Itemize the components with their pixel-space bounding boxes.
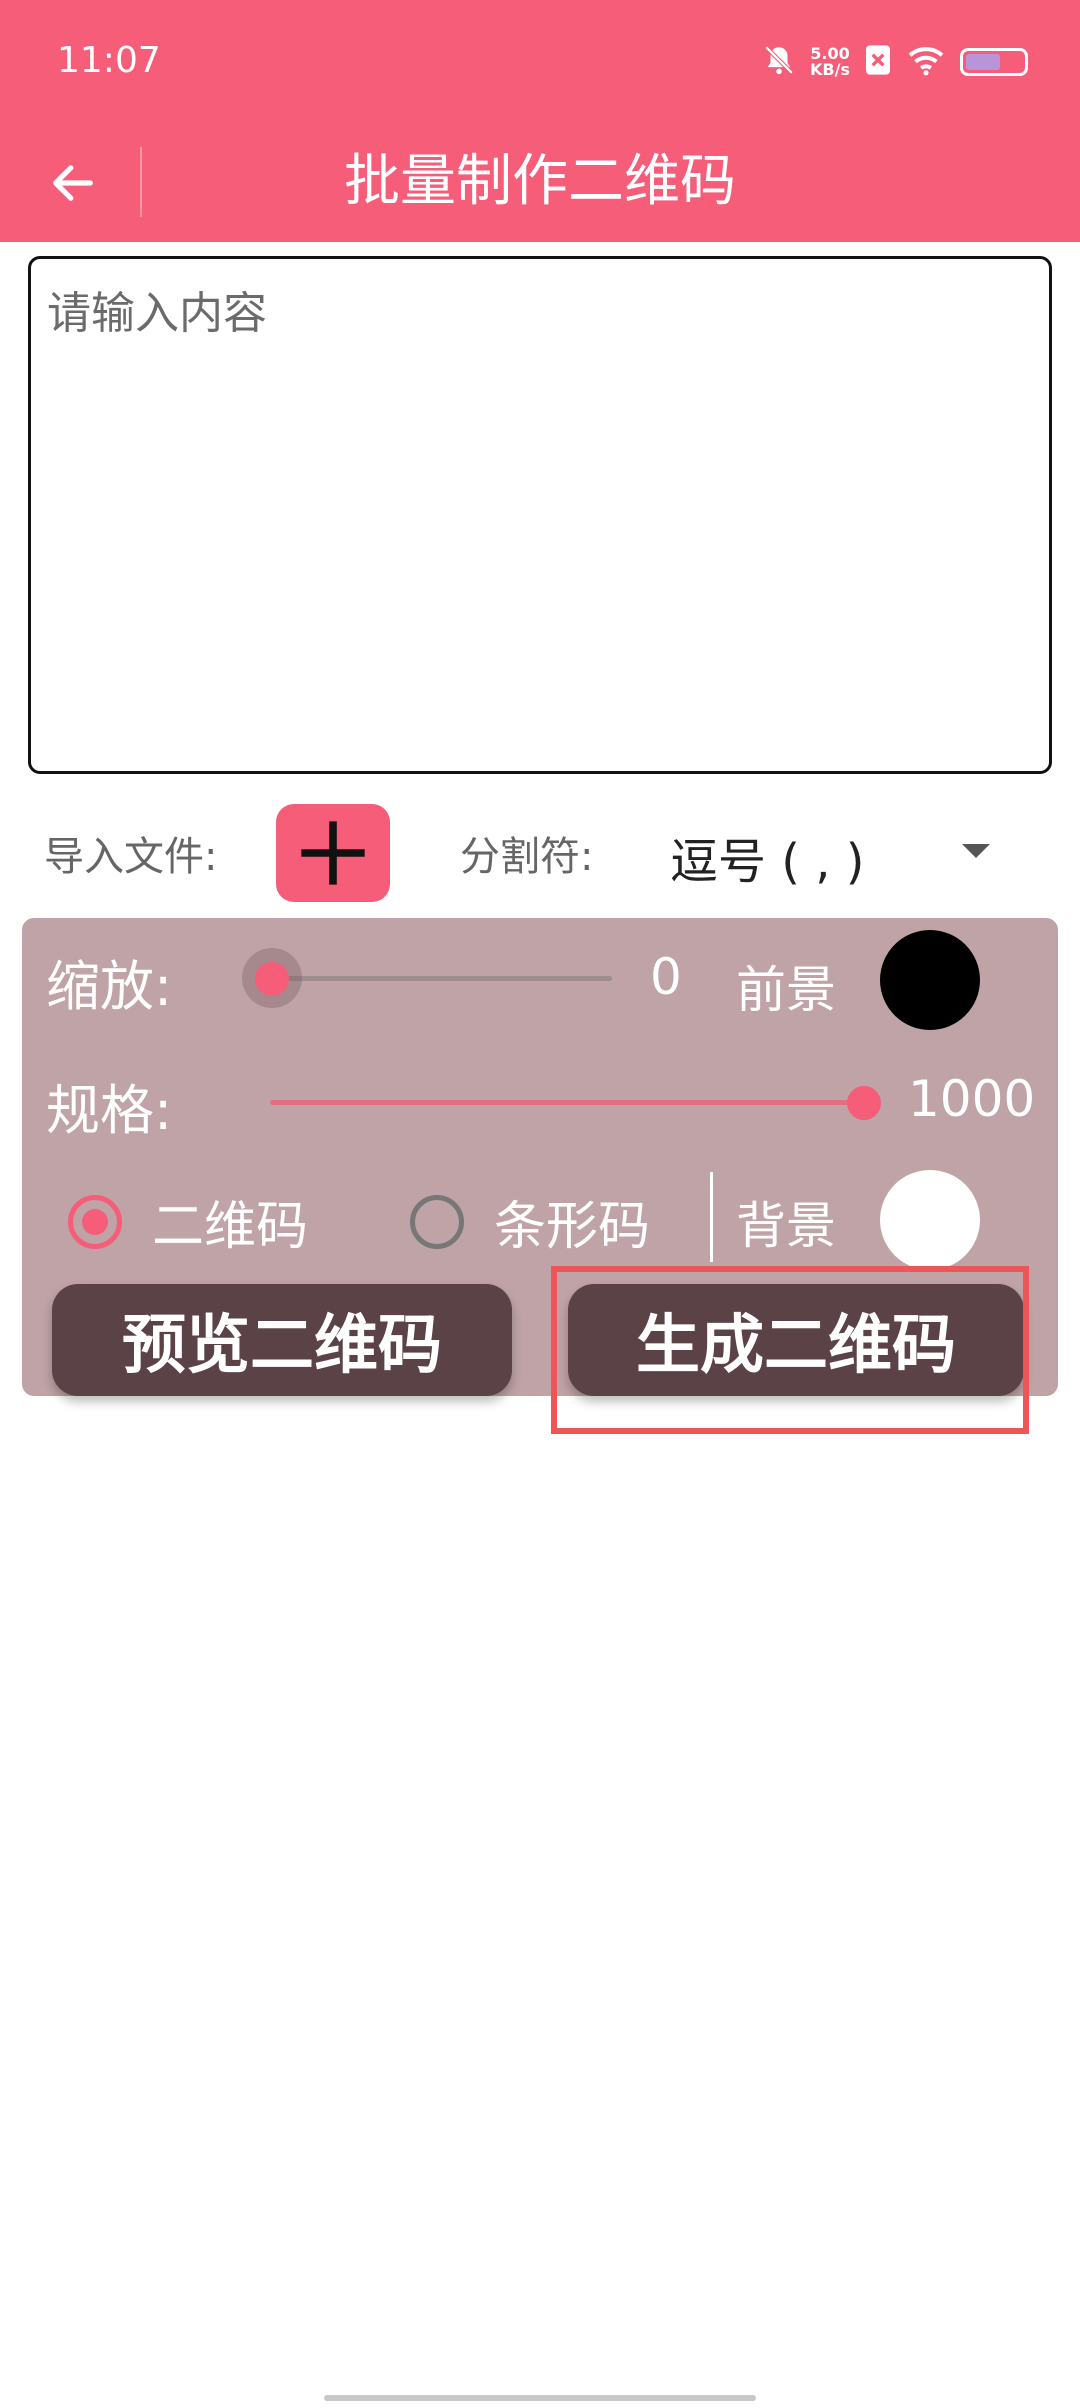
radio-barcode[interactable]: 条形码: [410, 1184, 650, 1259]
zoom-slider-thumb[interactable]: [255, 962, 289, 996]
app-bar: 批量制作二维码: [0, 125, 1080, 242]
import-file-button[interactable]: [276, 804, 390, 902]
net-speed: 5.00 KB/s: [810, 46, 850, 78]
panel-divider: [710, 1172, 713, 1262]
home-indicator: [324, 2395, 756, 2401]
sim-off-icon: [864, 44, 892, 80]
radio-qrcode[interactable]: 二维码: [68, 1184, 308, 1259]
foreground-label: 前景: [736, 961, 836, 1019]
dropdown-arrow-icon: [962, 844, 990, 858]
radio-barcode-circle[interactable]: [410, 1194, 464, 1249]
size-value: 1000: [908, 1070, 1036, 1128]
background-color-swatch[interactable]: [880, 1170, 980, 1270]
radio-qrcode-circle[interactable]: [68, 1194, 122, 1249]
highlight-box: [551, 1266, 1029, 1434]
zoom-label: 缩放:: [46, 955, 173, 1018]
size-label: 规格:: [46, 1079, 173, 1142]
background-label: 背景: [736, 1197, 836, 1255]
preview-button[interactable]: 预览二维码: [52, 1284, 512, 1396]
status-icons: 5.00 KB/s: [762, 42, 1028, 82]
radio-qrcode-label: 二维码: [152, 1197, 309, 1257]
zoom-value: 0: [650, 948, 682, 1006]
net-speed-unit: KB/s: [810, 60, 850, 79]
separator-select[interactable]: 逗号 ( , ): [670, 808, 1000, 898]
separator-label: 分割符:: [460, 834, 594, 880]
size-slider[interactable]: [270, 1082, 881, 1122]
foreground-color-swatch[interactable]: [880, 930, 980, 1030]
battery-icon: [960, 48, 1028, 76]
zoom-slider[interactable]: [242, 948, 612, 1008]
plus-icon: [301, 821, 365, 885]
page-title: 批量制作二维码: [344, 149, 736, 214]
content-input[interactable]: [28, 256, 1052, 774]
import-row: 导入文件: 分割符: 逗号 ( , ): [0, 800, 1080, 905]
separator-value: 逗号 ( , ): [670, 834, 865, 890]
radio-barcode-label: 条形码: [494, 1197, 651, 1257]
size-slider-thumb[interactable]: [847, 1086, 881, 1120]
status-time: 11:07: [57, 40, 161, 81]
zoom-slider-track: [272, 976, 612, 981]
import-file-label: 导入文件:: [44, 834, 218, 880]
status-bar: 11:07 5.00 KB/s: [0, 0, 1080, 125]
size-slider-track: [270, 1100, 864, 1105]
wifi-icon: [906, 44, 946, 80]
bell-muted-icon: [762, 43, 796, 81]
